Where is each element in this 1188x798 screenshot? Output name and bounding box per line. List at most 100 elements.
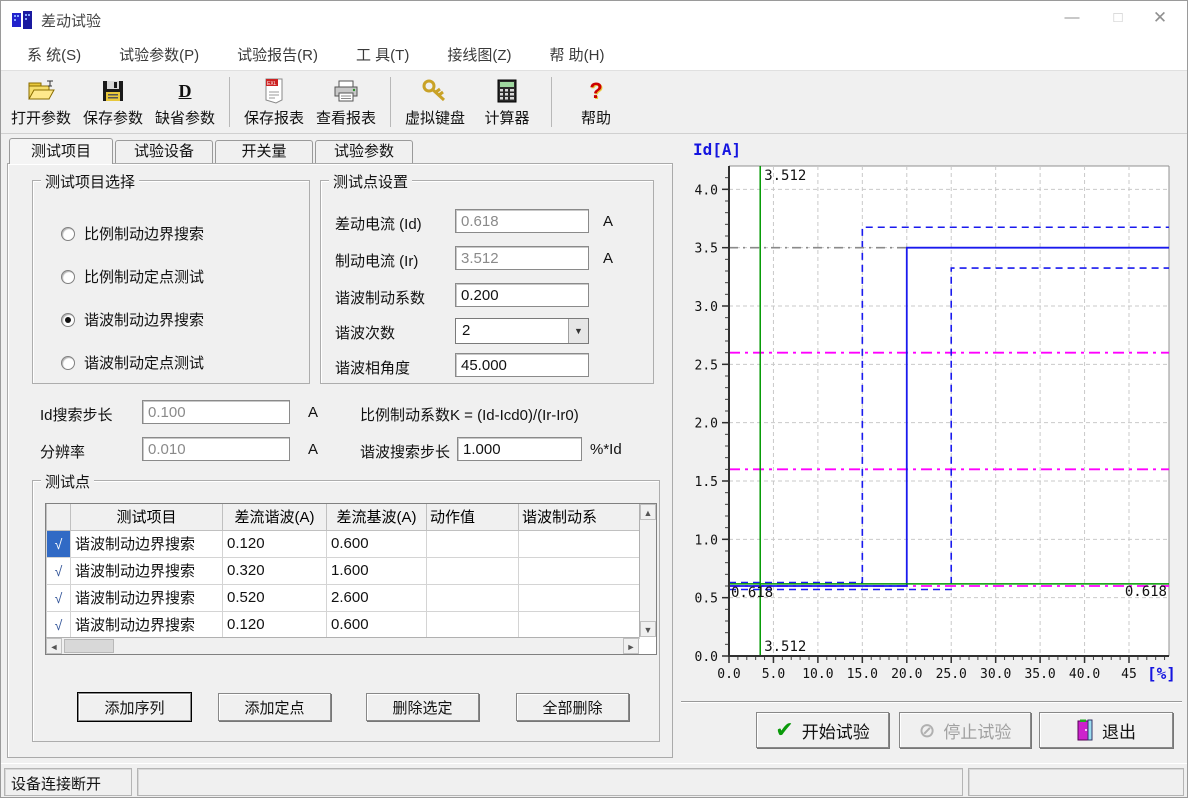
row-check-icon[interactable]: √	[47, 557, 71, 584]
menu-bar: 系 统(S) 试验参数(P) 试验报告(R) 工 具(T) 接线图(Z) 帮 助…	[1, 39, 1187, 71]
dropdown-value: 2	[456, 319, 568, 343]
scroll-down-icon[interactable]: ▼	[640, 621, 656, 637]
stop-test-button[interactable]: ⊘ 停止试验	[899, 712, 1031, 748]
harmonic-step-unit: %*Id	[590, 441, 622, 458]
cell-fundamental: 0.600	[327, 611, 427, 638]
harmonic-coef-input[interactable]	[455, 283, 589, 307]
row-check-icon[interactable]: √	[47, 611, 71, 638]
col-check	[47, 504, 71, 530]
virtual-keyboard-button[interactable]: 虚拟键盘	[399, 73, 471, 131]
harmonic-order-dropdown[interactable]: 2 ▼	[455, 318, 589, 344]
delete-all-button[interactable]: 全部删除	[516, 693, 629, 721]
table-horizontal-scrollbar[interactable]: ◄ ►	[46, 637, 639, 654]
radio-icon	[61, 227, 75, 241]
svg-text:10.0: 10.0	[802, 667, 833, 682]
cell-harmonic: 0.320	[223, 557, 327, 584]
save-params-button[interactable]: 保存参数	[77, 73, 149, 131]
table-row[interactable]: √ 谐波制动边界搜索 0.120 0.600	[47, 611, 640, 638]
view-report-printer-icon	[333, 76, 359, 106]
button-label: 开始试验	[802, 718, 870, 743]
radio-label: 谐波制动定点测试	[84, 352, 204, 373]
window-title: 差动试验	[41, 10, 101, 31]
default-params-button[interactable]: D 缺省参数	[149, 73, 221, 131]
scroll-right-icon[interactable]: ►	[623, 638, 639, 654]
help-button[interactable]: ? 帮助	[560, 73, 632, 131]
field-label-harmonic-coef: 谐波制动系数	[335, 287, 425, 308]
test-point-settings-group: 测试点设置 差动电流 (Id) A 制动电流 (Ir) A 谐波制动系数 谐波次…	[320, 180, 654, 384]
table-row[interactable]: √ 谐波制动边界搜索 0.320 1.600	[47, 557, 640, 584]
stop-icon: ⊘	[919, 718, 936, 743]
virtual-keyboard-key-icon	[422, 76, 448, 106]
row-check-icon[interactable]: √	[47, 530, 71, 557]
harmonic-step-label: 谐波搜索步长	[360, 441, 450, 462]
field-label-id: 差动电流 (Id)	[335, 213, 422, 234]
calculator-button[interactable]: 计算器	[471, 73, 543, 131]
harmonic-step-input[interactable]	[457, 437, 582, 461]
maximize-button[interactable]: □	[1095, 1, 1141, 35]
open-params-button[interactable]: 打开参数	[5, 73, 77, 131]
cell-fundamental: 1.600	[327, 557, 427, 584]
table-vertical-scrollbar[interactable]: ▲ ▼	[639, 504, 656, 637]
tab-switch-quantity[interactable]: 开关量	[215, 140, 313, 164]
scrollbar-thumb[interactable]	[64, 639, 114, 653]
toolbar-separator	[229, 77, 230, 127]
restraint-current-input[interactable]	[455, 246, 589, 270]
toolbar-separator	[390, 77, 391, 127]
exit-button[interactable]: 退出	[1039, 712, 1173, 748]
menu-tools[interactable]: 工 具(T)	[344, 40, 421, 69]
table-header-row: 测试项目 差流谐波(A) 差流基波(A) 动作值 谐波制动系	[47, 504, 640, 530]
tab-test-params[interactable]: 试验参数	[315, 140, 413, 164]
start-test-button[interactable]: ✔ 开始试验	[756, 712, 889, 748]
radio-harmonic-boundary-search[interactable]: 谐波制动边界搜索	[61, 309, 204, 330]
menu-test-report[interactable]: 试验报告(R)	[225, 40, 330, 69]
table: 测试项目 差流谐波(A) 差流基波(A) 动作值 谐波制动系 √ 谐波制动边界搜…	[46, 504, 640, 639]
svg-text:0.0: 0.0	[717, 667, 740, 682]
svg-text:3.0: 3.0	[695, 300, 718, 315]
minimize-button[interactable]: —	[1049, 1, 1095, 35]
field-unit: A	[603, 250, 613, 267]
view-report-button[interactable]: 查看报表	[310, 73, 382, 131]
radio-harmonic-fixed-point[interactable]: 谐波制动定点测试	[61, 352, 204, 373]
close-button[interactable]: ✕	[1137, 1, 1183, 35]
harmonic-phase-input[interactable]	[455, 353, 589, 377]
status-bar: 设备连接断开	[1, 763, 1187, 798]
radio-label: 比例制动定点测试	[84, 266, 204, 287]
svg-text:2.5: 2.5	[695, 358, 718, 373]
cell-action	[427, 557, 519, 584]
save-report-button[interactable]: EXL 保存报表	[238, 73, 310, 131]
add-fixed-point-button[interactable]: 添加定点	[218, 693, 331, 721]
diff-current-input[interactable]	[455, 209, 589, 233]
resolution-input[interactable]	[142, 437, 290, 461]
row-check-icon[interactable]: √	[47, 584, 71, 611]
scroll-left-icon[interactable]: ◄	[46, 638, 62, 654]
menu-help[interactable]: 帮 助(H)	[537, 40, 616, 69]
svg-text:3.5: 3.5	[695, 242, 718, 257]
cell-fundamental: 2.600	[327, 584, 427, 611]
cell-harmonic: 0.120	[223, 530, 327, 557]
delete-selected-button[interactable]: 删除选定	[366, 693, 479, 721]
tab-test-items[interactable]: 测试项目	[9, 138, 113, 164]
col-test-item: 测试项目	[71, 504, 223, 530]
tab-test-device[interactable]: 试验设备	[115, 140, 213, 164]
cell-action	[427, 611, 519, 638]
table-row[interactable]: √ 谐波制动边界搜索 0.520 2.600	[47, 584, 640, 611]
resolution-label: 分辨率	[40, 441, 85, 462]
cell-harmonic: 0.520	[223, 584, 327, 611]
menu-wiring-diagram[interactable]: 接线图(Z)	[435, 40, 523, 69]
chevron-down-icon[interactable]: ▼	[568, 319, 588, 343]
menu-test-params[interactable]: 试验参数(P)	[107, 40, 211, 69]
scroll-up-icon[interactable]: ▲	[640, 504, 656, 520]
toolbar-label: 虚拟键盘	[405, 107, 465, 128]
svg-text:3.512: 3.512	[764, 639, 806, 655]
table-row[interactable]: √ 谐波制动边界搜索 0.120 0.600	[47, 530, 640, 557]
radio-ratio-boundary-search[interactable]: 比例制动边界搜索	[61, 223, 204, 244]
radio-ratio-fixed-point[interactable]: 比例制动定点测试	[61, 266, 204, 287]
id-step-input[interactable]	[142, 400, 290, 424]
menu-system[interactable]: 系 统(S)	[15, 40, 93, 69]
add-sequence-button[interactable]: 添加序列	[78, 693, 191, 721]
button-label: 退出	[1102, 718, 1136, 743]
toolbar-label: 计算器	[484, 107, 529, 128]
help-icon: ?	[589, 76, 602, 106]
cell-item: 谐波制动边界搜索	[71, 557, 223, 584]
svg-text:2.0: 2.0	[695, 417, 718, 432]
